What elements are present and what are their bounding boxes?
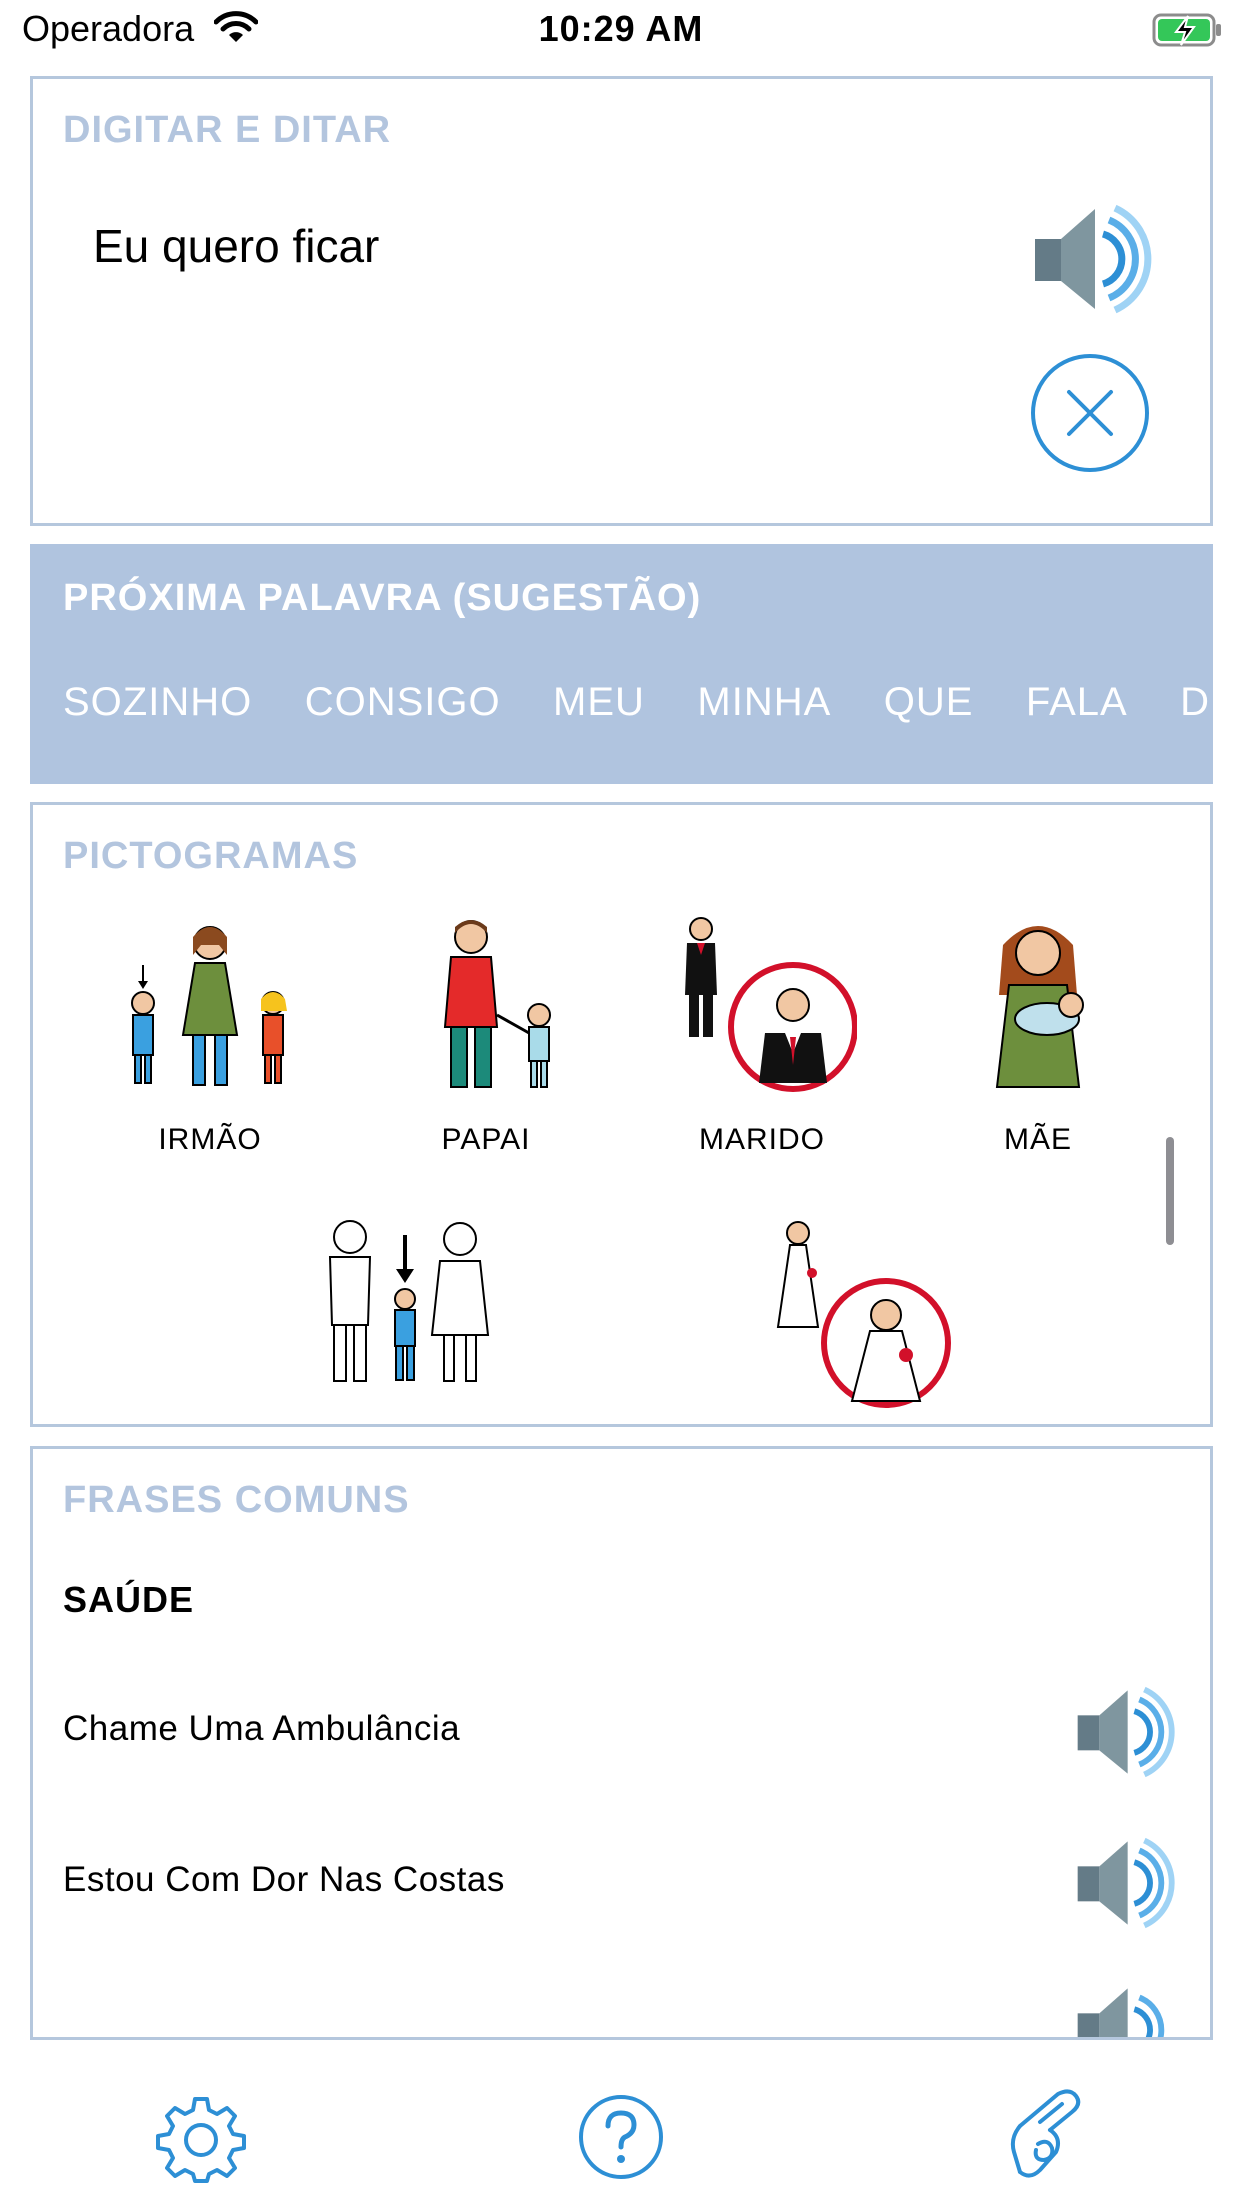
section-title-phrases: FRASES COMUNS [63,1479,410,1521]
phrase-text: Chame Uma Ambulância [63,1709,461,1748]
suggestion-word[interactable]: MEU [553,680,645,725]
help-question-icon[interactable] [577,2093,665,2181]
father-icon [443,920,551,1088]
settings-gear-icon[interactable] [156,2093,246,2183]
pictogram-marido[interactable]: MARIDO [647,915,877,1157]
phrase-row[interactable]: Chame Uma Ambulância [63,1681,1183,1781]
type-and-speak-card: DIGITAR E DITAR Eu quero ficar [30,76,1213,526]
child-of-parents-icon [328,1220,490,1382]
speaker-icon[interactable] [1033,204,1153,314]
suggestion-list: SOZINHO CONSIGO MEU MINHA QUE FALA D [63,680,1210,725]
pictogram-label: IRMÃO [158,1123,262,1156]
battery-charging-icon [1152,13,1221,47]
pictograms-scrollbar[interactable] [1166,1137,1174,1245]
phrase-row-partial[interactable] [63,1979,1183,2040]
suggestion-word[interactable]: FALA [1026,680,1128,725]
typed-text-field[interactable]: Eu quero ficar [93,219,379,273]
status-time: 10:29 AM [538,8,704,49]
status-bar: Operadora 10:29 AM [0,0,1242,62]
speaker-icon[interactable] [1076,1686,1176,1778]
phrase-row[interactable]: Estou Com Dor Nas Costas [63,1832,1183,1932]
pictogram-label: PAPAI [441,1123,531,1156]
suggestion-word[interactable]: CONSIGO [305,680,501,725]
suggestion-word[interactable]: SOZINHO [63,680,252,725]
sign-language-hand-icon[interactable] [1000,2086,1092,2186]
pictogram-child-of-parents[interactable] [295,1215,525,1385]
common-phrases-card: FRASES COMUNS SAÚDE Chame Uma Ambulância… [30,1446,1213,2040]
section-title-pictograms: PICTOGRAMAS [63,835,359,877]
pictogram-mae[interactable]: MÃE [923,915,1153,1157]
pictogram-irmao[interactable]: IRMÃO [95,915,325,1157]
speaker-icon[interactable] [1076,1984,1176,2040]
suggestion-word[interactable]: MINHA [697,680,831,725]
section-title-suggestions: PRÓXIMA PALAVRA (SUGESTÃO) [63,577,702,619]
pictogram-label: MARIDO [699,1123,825,1156]
clear-text-button[interactable] [1027,350,1153,476]
pictograms-card: PICTOGRAMAS IRMÃO PAPAI MARIDO MÃE [30,802,1213,1427]
husband-icon [685,917,857,1092]
pictogram-label: MÃE [1003,1123,1072,1156]
siblings-icon [131,926,287,1086]
suggestion-word[interactable]: QUE [884,680,974,725]
suggestion-word[interactable]: D [1180,680,1210,725]
speaker-icon[interactable] [1076,1837,1176,1929]
next-word-suggestions: PRÓXIMA PALAVRA (SUGESTÃO) SOZINHO CONSI… [30,544,1213,784]
mother-icon [995,926,1084,1088]
pictogram-papai[interactable]: PAPAI [371,915,601,1157]
phrase-category: SAÚDE [63,1579,195,1620]
pictogram-bride[interactable] [743,1215,973,1415]
bride-icon [776,1221,951,1408]
section-title-type: DIGITAR E DITAR [63,109,392,151]
phrase-text: Estou Com Dor Nas Costas [63,1860,505,1899]
